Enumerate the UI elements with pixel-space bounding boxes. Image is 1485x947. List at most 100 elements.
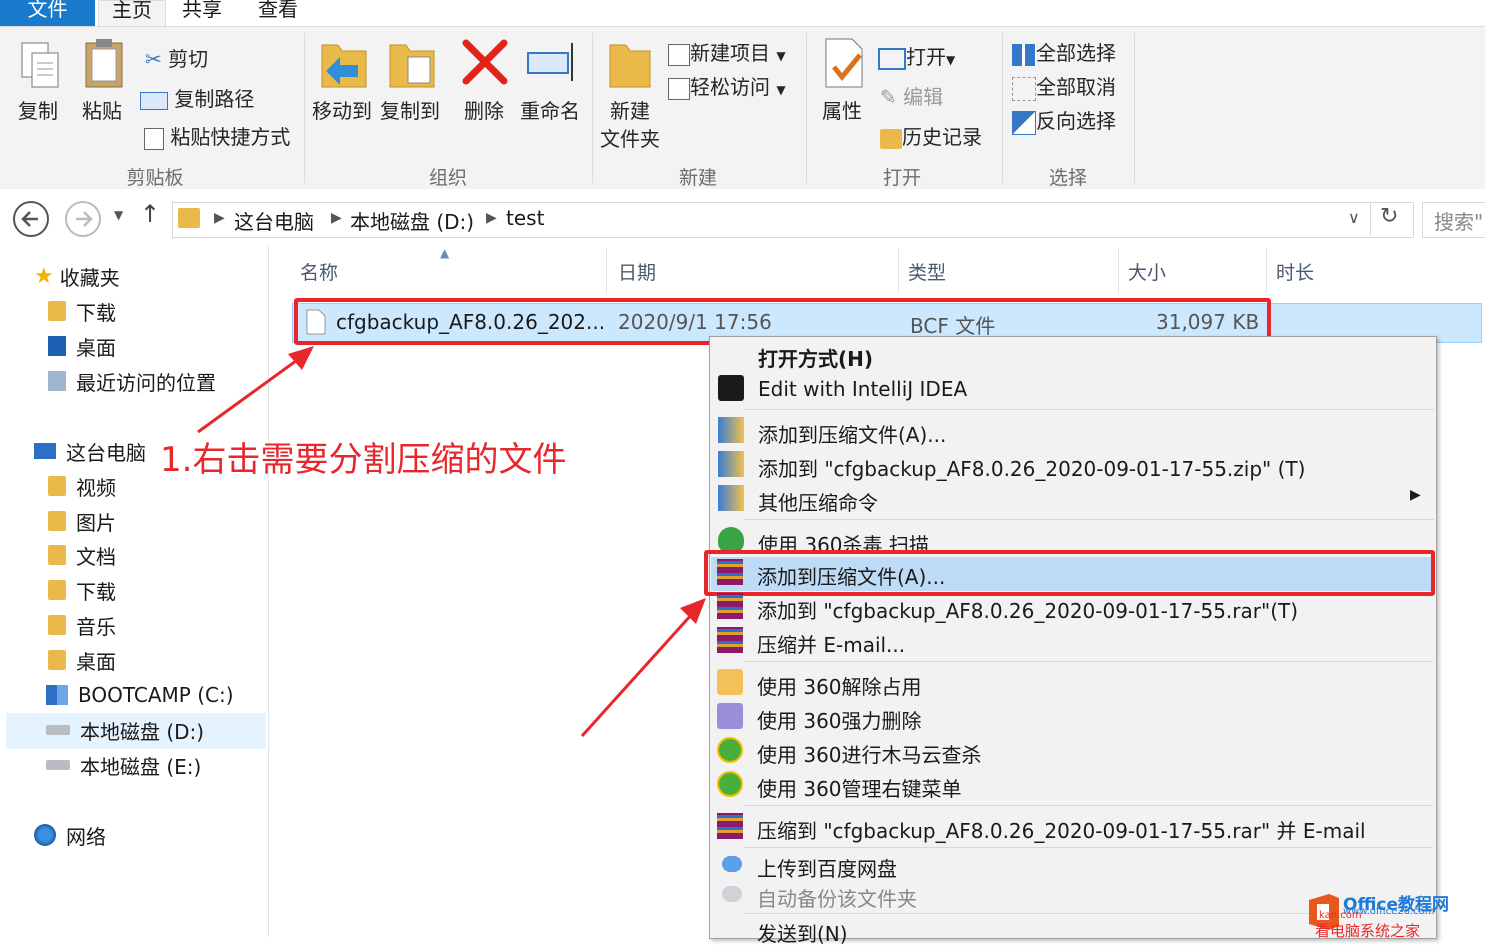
chevron-right-icon: ▶ — [331, 210, 342, 226]
history-icon — [880, 128, 902, 149]
select-all-button[interactable]: 全部选择 — [1012, 37, 1116, 66]
divider — [744, 409, 1434, 410]
tab-share[interactable]: 共享 — [172, 0, 232, 26]
paste-shortcut-button[interactable]: 粘贴快捷方式 — [144, 121, 290, 150]
recent-dropdown-icon[interactable]: ▼ — [114, 208, 123, 222]
menu-force-delete-360[interactable]: 使用 360强力删除 — [757, 705, 922, 734]
sort-up-icon: ▲ — [440, 246, 450, 260]
tab-view[interactable]: 查看 — [248, 0, 308, 26]
nav-label: 音乐 — [76, 614, 116, 639]
invert-selection-button[interactable]: 反向选择 — [1012, 105, 1116, 135]
nav-drive-d[interactable]: 本地磁盘 (D:) — [46, 713, 204, 747]
new-folder-label-2[interactable]: 文件夹 — [600, 123, 660, 152]
select-none-label: 全部取消 — [1036, 75, 1116, 99]
chevron-down-icon[interactable]: ∨ — [1348, 208, 1360, 227]
up-icon[interactable]: ↑ — [140, 200, 160, 228]
rename-button[interactable]: 重命名 — [520, 95, 580, 124]
delete-button[interactable]: 删除 — [464, 95, 504, 124]
network-icon — [34, 824, 56, 846]
copy-to-button[interactable]: 复制到 — [380, 95, 440, 124]
menu-add-zip[interactable]: 添加到 "cfgbackup_AF8.0.26_2020-09-01-17-55… — [758, 453, 1305, 482]
breadcrumb-drive-d[interactable]: 本地磁盘 (D:) — [350, 206, 474, 235]
nav-desktop[interactable]: 桌面 — [48, 329, 116, 363]
nav-network[interactable]: 网络 — [34, 818, 106, 852]
refresh-icon[interactable]: ↻ — [1380, 204, 1398, 229]
history-label: 历史记录 — [902, 125, 982, 149]
search-placeholder: 搜索" — [1434, 210, 1484, 234]
ribbon: 复制 粘贴 ✂ 剪切 复制路径 粘贴快捷方式 剪贴板 移动到 复制到 删除 重命… — [0, 26, 1485, 190]
nav-music[interactable]: 音乐 — [48, 608, 116, 642]
nav-videos[interactable]: 视频 — [48, 469, 116, 503]
menu-upload-baidu[interactable]: 上传到百度网盘 — [757, 853, 897, 882]
tab-home[interactable]: 主页 — [98, 0, 166, 27]
nav-label: 桌面 — [76, 335, 116, 360]
new-folder-label-1[interactable]: 新建 — [610, 95, 650, 124]
nav-pictures[interactable]: 图片 — [48, 504, 116, 538]
nav-downloads[interactable]: 下载 — [48, 294, 116, 328]
copy-path-button[interactable]: 复制路径 — [140, 83, 254, 112]
move-to-button[interactable]: 移动到 — [312, 95, 372, 124]
new-folder-icon — [609, 44, 651, 88]
breadcrumb-this-pc[interactable]: 这台电脑 — [234, 206, 314, 235]
breadcrumb-test[interactable]: test — [506, 206, 544, 230]
menu-auto-backup[interactable]: 自动备份该文件夹 — [757, 883, 917, 912]
cut-button[interactable]: ✂ 剪切 — [145, 43, 208, 72]
menu-trojan-360[interactable]: 使用 360进行木马云查杀 — [757, 739, 982, 768]
shortcut-icon — [144, 127, 164, 150]
nav-documents[interactable]: 文档 — [48, 538, 116, 572]
menu-unlock-360[interactable]: 使用 360解除占用 — [757, 671, 922, 700]
nav-label: 图片 — [76, 510, 116, 535]
submenu-arrow-icon: ▶ — [1410, 487, 1421, 503]
history-button[interactable]: 历史记录 — [880, 121, 982, 150]
menu-add-rar[interactable]: 添加到 "cfgbackup_AF8.0.26_2020-09-01-17-55… — [757, 595, 1298, 624]
nav-this-pc[interactable]: 这台电脑 — [34, 434, 146, 468]
column-type[interactable]: 类型 — [908, 258, 946, 285]
open-label: 打开 — [906, 45, 946, 69]
copy-button[interactable]: 复制 — [18, 95, 58, 124]
drive-icon — [46, 725, 70, 735]
edit-button[interactable]: ✎ 编辑 — [880, 81, 943, 110]
back-icon[interactable] — [12, 200, 50, 238]
desktop-folder-icon — [48, 650, 66, 670]
annotation-highlight-box — [704, 550, 1435, 596]
watermark-slogan: 看电脑系统之家 — [1315, 922, 1421, 940]
dropdown-arrow-icon: ▼ — [776, 83, 786, 97]
menu-manage-360[interactable]: 使用 360管理右键菜单 — [757, 773, 962, 802]
divider — [1266, 248, 1267, 294]
documents-folder-icon — [48, 545, 66, 565]
nav-bootcamp[interactable]: BOOTCAMP (C:) — [46, 678, 234, 712]
column-size[interactable]: 大小 — [1128, 258, 1166, 285]
tab-file[interactable]: 文件 — [0, 0, 95, 26]
nav-downloads-2[interactable]: 下载 — [48, 573, 116, 607]
intellij-icon — [718, 375, 744, 401]
nav-desktop-2[interactable]: 桌面 — [48, 643, 116, 677]
divider — [1002, 33, 1003, 183]
edit-icon: ✎ — [880, 85, 897, 109]
open-button[interactable]: 打开▼ — [878, 41, 955, 70]
nav-favorites[interactable]: ★ 收藏夹 — [34, 259, 120, 293]
menu-intellij[interactable]: Edit with IntelliJ IDEA — [758, 377, 967, 401]
column-date[interactable]: 日期 — [618, 258, 656, 285]
paste-button[interactable]: 粘贴 — [82, 95, 122, 124]
column-name[interactable]: 名称 — [300, 258, 338, 285]
new-group-label: 新建 — [678, 167, 717, 189]
menu-open-with[interactable]: 打开方式(H) — [758, 343, 873, 372]
column-duration[interactable]: 时长 — [1276, 258, 1314, 285]
select-none-button[interactable]: 全部取消 — [1012, 71, 1116, 101]
menu-other-compress[interactable]: 其他压缩命令 — [758, 487, 878, 516]
properties-button[interactable]: 属性 — [822, 95, 862, 124]
unlock-icon — [717, 669, 743, 695]
forward-icon[interactable] — [64, 200, 102, 238]
new-item-button[interactable]: 新建项目 ▼ — [668, 37, 786, 66]
downloads-folder-icon — [48, 301, 66, 321]
menu-add-archive-1[interactable]: 添加到压缩文件(A)... — [758, 419, 946, 448]
menu-compress-email[interactable]: 压缩并 E-mail... — [757, 629, 905, 658]
menu-compress-rar-email[interactable]: 压缩到 "cfgbackup_AF8.0.26_2020-09-01-17-55… — [757, 815, 1366, 844]
360-icon — [717, 737, 743, 763]
easy-access-button[interactable]: 轻松访问 ▼ — [668, 71, 786, 100]
invert-selection-icon — [1012, 110, 1036, 135]
menu-send-to[interactable]: 发送到(N) — [757, 918, 848, 947]
videos-folder-icon — [48, 476, 66, 496]
winrar-icon — [717, 627, 743, 653]
nav-drive-e[interactable]: 本地磁盘 (E:) — [46, 748, 201, 782]
